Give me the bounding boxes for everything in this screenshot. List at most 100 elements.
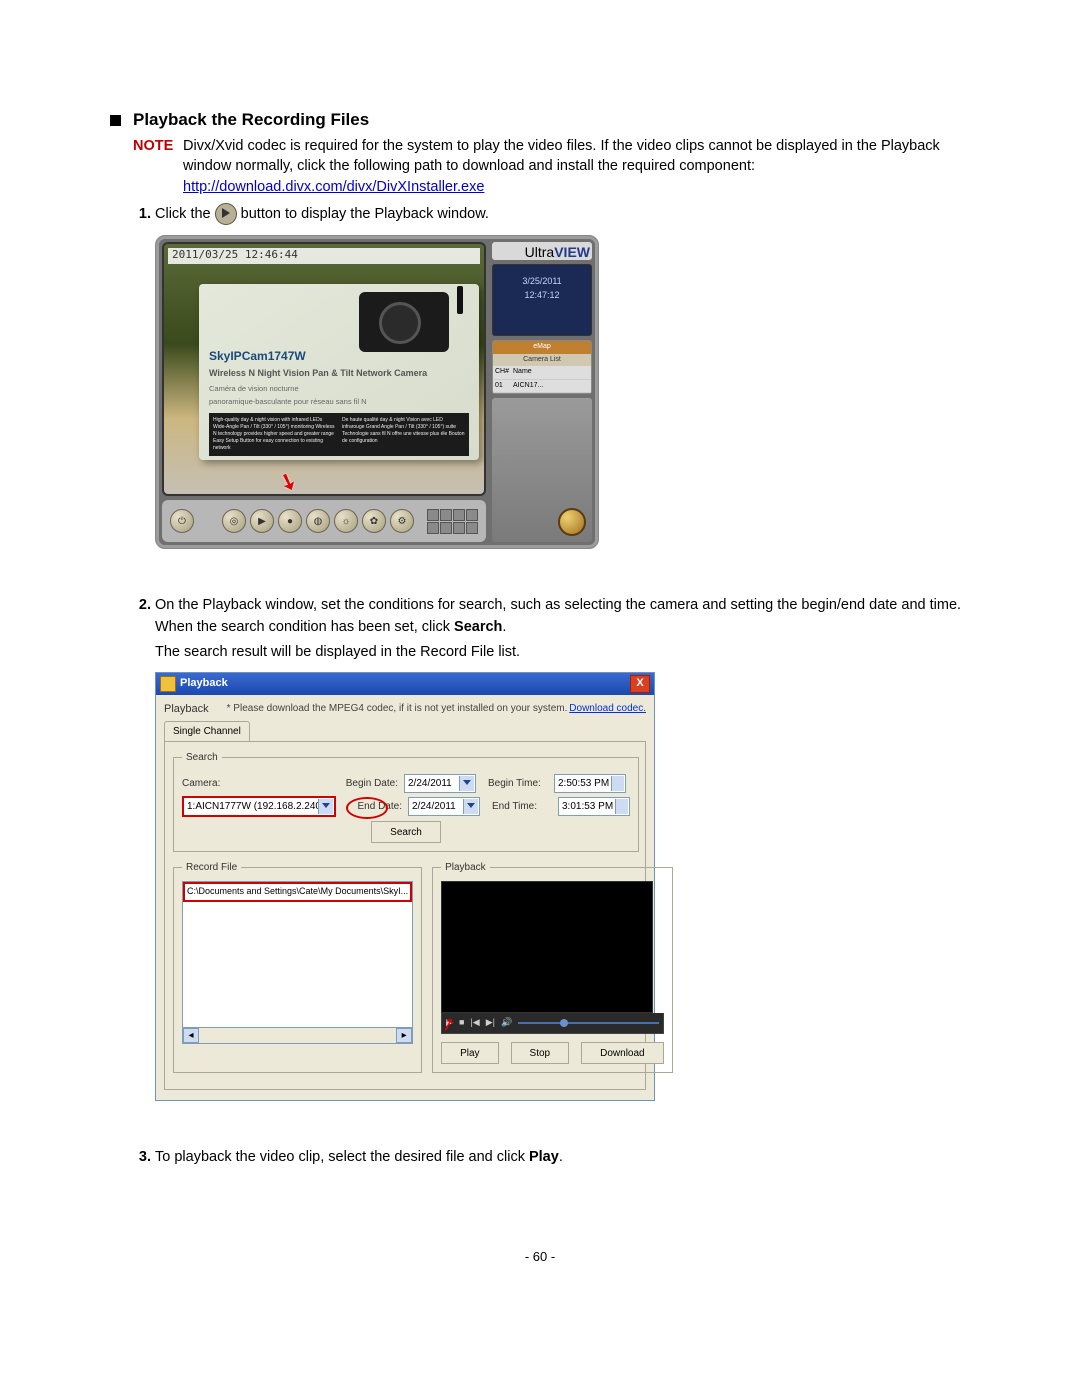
features-left: High-quality day & night vision with inf… <box>213 417 336 452</box>
cam-ch: 01 <box>495 381 513 392</box>
product-box: SkyIPCam1747W Wireless N Night Vision Pa… <box>199 284 479 460</box>
box-fr2: panoramique-basculante pour réseau sans … <box>209 396 469 407</box>
ptz-knob-icon[interactable] <box>558 508 586 536</box>
step3-text-b: . <box>559 1149 563 1165</box>
toolbar-btn-4[interactable]: ◍ <box>306 509 330 533</box>
uv-toolbar: ⏻ ◎ ▶ ● ◍ ☼ ✿ ⚙ <box>162 500 486 542</box>
step2-text-b: . <box>502 619 506 635</box>
layout-grid[interactable] <box>427 509 478 534</box>
camera-icon <box>359 292 449 352</box>
titlebar: Playback X <box>156 673 654 695</box>
toolbar-btn-6[interactable]: ✿ <box>362 509 386 533</box>
seek-track[interactable] <box>518 1022 658 1024</box>
tab-single-channel[interactable]: Single Channel <box>164 721 250 741</box>
begin-date-field[interactable]: 2/24/2011 <box>404 774 476 793</box>
step1-text-b: button to display the Playback window. <box>241 206 489 222</box>
stop-icon[interactable]: ■ <box>459 1016 464 1030</box>
step-1: Click the button to display the Playback… <box>155 203 970 590</box>
step3-bold: Play <box>529 1149 559 1165</box>
logo-b: VIEW <box>554 244 590 260</box>
video-player <box>441 881 653 1013</box>
h-scrollbar[interactable]: ◂ ▸ <box>182 1028 413 1044</box>
step2-bold: Search <box>454 619 502 635</box>
window-title: Playback <box>180 675 228 692</box>
camera-list: eMap Camera List CH# Name 01 AICN17... <box>492 340 592 394</box>
heading-text: Playback the Recording Files <box>133 110 369 130</box>
toolbar-btn-3[interactable]: ● <box>278 509 302 533</box>
player-controls: ➚ ▶ ■ |◀ ▶| 🔊 <box>441 1013 664 1034</box>
vol-icon[interactable]: 🔊 <box>501 1016 512 1030</box>
record-file-item[interactable]: C:\Documents and Settings\Cate\My Docume… <box>183 882 412 902</box>
begin-time-field[interactable]: 2:50:53 PM <box>554 774 626 793</box>
end-date-field[interactable]: 2/24/2011 <box>408 797 480 816</box>
codec-link[interactable]: http://download.divx.com/divx/DivXInstal… <box>183 179 484 195</box>
emap-header[interactable]: eMap <box>493 341 591 354</box>
search-legend: Search <box>182 750 222 765</box>
download-codec-link[interactable]: Download codec. <box>569 701 646 716</box>
toolbar-btn-5[interactable]: ☼ <box>334 509 358 533</box>
toolbar-btn-7[interactable]: ⚙ <box>390 509 414 533</box>
cam-name: AICN17... <box>513 381 543 392</box>
begin-date-value: 2/24/2011 <box>408 776 452 791</box>
playback-legend: Playback <box>441 860 490 875</box>
step2-text-c: The search result will be displayed in t… <box>155 642 970 664</box>
side-date: 3/25/2011 <box>493 275 591 289</box>
ultraview-window: 2011/03/25 12:46:44 SkyIPCam1747W Wirele… <box>155 235 599 549</box>
camera-label: Camera: <box>182 776 228 791</box>
step-3: To playback the video clip, select the d… <box>155 1147 970 1169</box>
begin-time-value: 2:50:53 PM <box>558 776 609 791</box>
toolbar-btn-play[interactable]: ▶ <box>250 509 274 533</box>
search-button[interactable]: Search <box>371 821 441 843</box>
red-circle-icon <box>346 797 388 819</box>
end-time-value: 3:01:53 PM <box>562 799 613 814</box>
play-button[interactable]: Play <box>441 1042 498 1064</box>
side-datetime: 3/25/2011 12:47:12 <box>492 264 592 336</box>
camera-row[interactable]: 01 AICN17... <box>493 380 591 394</box>
box-subtitle: Wireless N Night Vision Pan & Tilt Netwo… <box>209 367 469 381</box>
camlist-header[interactable]: Camera List <box>493 354 591 367</box>
brand-logo: UltraVIEW <box>492 242 592 260</box>
codec-msg: * Please download the MPEG4 codec, if it… <box>227 701 570 716</box>
end-time-field[interactable]: 3:01:53 PM <box>558 797 630 816</box>
record-file-legend: Record File <box>182 860 241 875</box>
scroll-right-icon[interactable]: ▸ <box>396 1028 412 1043</box>
red-arrow-icon: ➚ <box>437 1009 460 1040</box>
page-number: - 60 - <box>110 1249 970 1264</box>
end-time-label: End Time: <box>492 799 552 814</box>
note-text: Divx/Xvid codec is required for the syst… <box>183 136 970 197</box>
side-time: 12:47:12 <box>493 289 591 303</box>
begin-date-label: Begin Date: <box>338 776 398 791</box>
heading-bullet-icon <box>110 115 121 126</box>
ptz-controls[interactable] <box>492 398 592 542</box>
prev-icon[interactable]: |◀ <box>470 1016 479 1030</box>
scroll-left-icon[interactable]: ◂ <box>183 1028 199 1043</box>
playback-window: Playback X Playback * Please download th… <box>155 672 655 1102</box>
note-label: NOTE <box>133 136 183 197</box>
step1-text-a: Click the <box>155 206 215 222</box>
step2-text-a: On the Playback window, set the conditio… <box>155 597 961 635</box>
video-view: 2011/03/25 12:46:44 SkyIPCam1747W Wirele… <box>162 242 486 496</box>
col-ch: CH# <box>495 367 513 378</box>
step3-text-a: To playback the video clip, select the d… <box>155 1149 529 1165</box>
record-file-fieldset: Record File C:\Documents and Settings\Ca… <box>173 860 422 1073</box>
note-block: NOTE Divx/Xvid codec is required for the… <box>133 136 970 197</box>
next-icon[interactable]: ▶| <box>486 1016 495 1030</box>
record-file-list[interactable]: C:\Documents and Settings\Cate\My Docume… <box>182 881 413 1028</box>
features-right: De haute qualité day & night Vision avec… <box>342 417 465 452</box>
begin-time-label: Begin Time: <box>488 776 548 791</box>
playback-button-icon <box>215 203 237 225</box>
close-button[interactable]: X <box>630 675 650 693</box>
step-2: On the Playback window, set the conditio… <box>155 595 970 1141</box>
col-name: Name <box>513 367 532 378</box>
power-button[interactable]: ⏻ <box>170 509 194 533</box>
logo-a: Ultra <box>525 244 555 260</box>
toolbar-btn-1[interactable]: ◎ <box>222 509 246 533</box>
box-fr1: Caméra de vision nocturne <box>209 383 469 394</box>
stop-button[interactable]: Stop <box>511 1042 570 1064</box>
search-fieldset: Search Camera: Begin Date: 2/24/2011 Beg… <box>173 750 639 852</box>
download-button[interactable]: Download <box>581 1042 663 1064</box>
note-body: Divx/Xvid codec is required for the syst… <box>183 138 940 174</box>
end-date-label: End Date: <box>342 799 402 814</box>
camera-select[interactable]: 1:AICN1777W (192.168.2.240) <box>182 796 336 817</box>
window-icon <box>160 676 176 692</box>
